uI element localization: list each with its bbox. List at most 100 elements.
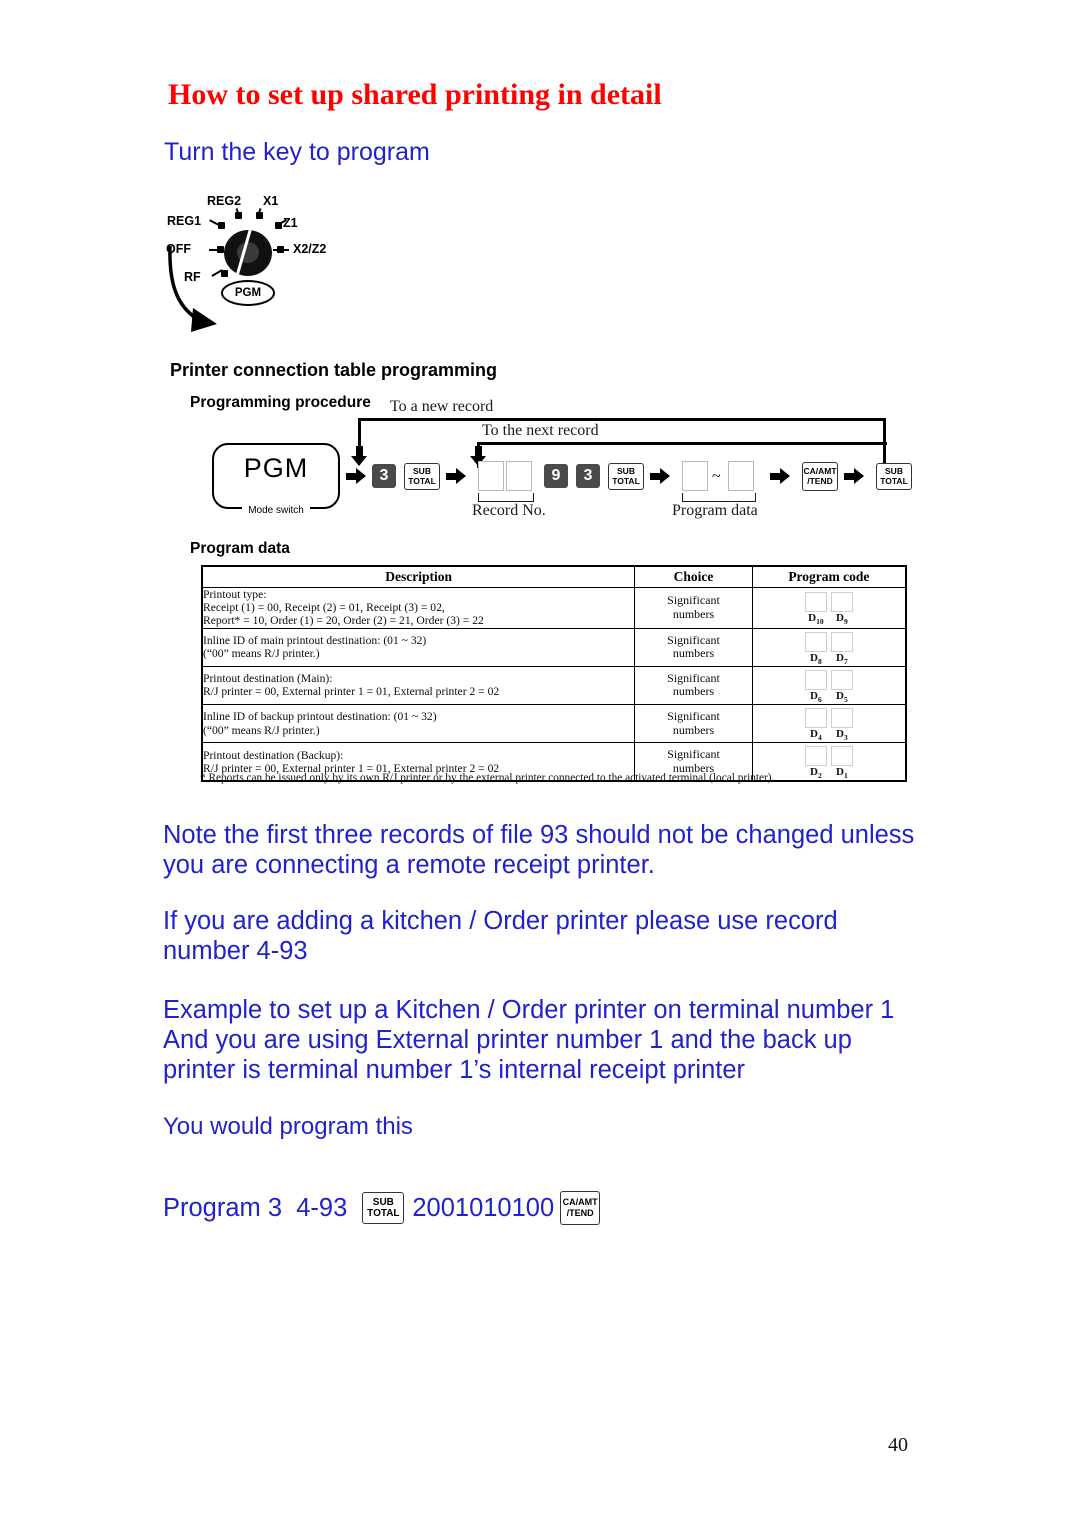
- keyswitch-label-x2z2: X2/Z2: [293, 242, 327, 256]
- choice-line: Significant: [667, 593, 720, 608]
- program-code-label: D4: [810, 727, 822, 743]
- key-ca-amt-tend: CA/AMT /TEND: [802, 462, 838, 491]
- program-code-labels: D2 D1: [753, 766, 905, 780]
- flow-label-to-the-next-record: To the next record: [482, 422, 599, 439]
- key-subtotal-line2: TOTAL: [408, 475, 436, 486]
- program-code-digit-box[interactable]: [804, 746, 827, 767]
- description-line: R/J printer = 00, External printer 1 = 0…: [203, 685, 500, 699]
- choice-line: Significant: [667, 747, 720, 762]
- key-subtotal-line2: TOTAL: [612, 475, 640, 486]
- description-line: Printout type:: [203, 588, 267, 601]
- table-cell-description: Inline ID of main printout destination: …: [201, 627, 636, 667]
- pgm-box-caption: Mode switch: [242, 505, 310, 516]
- key-catend-line2: /TEND: [566, 1208, 594, 1218]
- program-code-digit-box[interactable]: [830, 592, 853, 613]
- table-row: Inline ID of backup printout destination…: [201, 703, 907, 744]
- key-subtotal-first: SUB TOTAL: [404, 463, 440, 490]
- key-subtotal-second: SUB TOTAL: [608, 463, 644, 490]
- program-code-digit-box[interactable]: [830, 707, 853, 728]
- table-cell-program-code: D10 D9: [751, 587, 907, 629]
- key-subtotal-line2: TOTAL: [367, 1208, 400, 1219]
- key-3-first: 3: [372, 464, 396, 488]
- description-line: Receipt (1) = 00, Receipt (2) = 01, Rece…: [203, 601, 445, 615]
- program-code-digit-box[interactable]: [804, 592, 827, 613]
- table-header-program-code: Program code: [751, 565, 907, 588]
- table-row: Printout destination (Main): R/J printer …: [201, 665, 907, 705]
- key-subtotal-line1: SUB: [372, 1197, 394, 1208]
- table-cell-choice: Significant numbers: [634, 627, 753, 667]
- program-code-digit-box[interactable]: [804, 631, 827, 652]
- key-ca-amt-tend-example: CA/AMT /TEND: [560, 1191, 601, 1225]
- program-data-brace: [682, 493, 756, 502]
- keyswitch-label-pgm: PGM: [221, 280, 275, 306]
- program-code-boxes: [753, 743, 905, 767]
- program-code-label: D2: [810, 766, 822, 781]
- choice-line: numbers: [672, 606, 715, 621]
- keyswitch-label-reg2: REG2: [207, 194, 242, 208]
- section-heading-program-data: Program data: [190, 540, 290, 557]
- choice-line: Significant: [667, 709, 720, 724]
- table-cell-choice: Significant numbers: [634, 703, 753, 744]
- program-sequence-data: 2001010100: [412, 1193, 555, 1222]
- paragraph-you-would-program: You would program this: [163, 1113, 413, 1140]
- key-catend-line2: /TEND: [807, 475, 833, 486]
- choice-line: numbers: [672, 684, 715, 699]
- pgm-box-text: PGM: [243, 453, 309, 483]
- table-header-description: Description: [201, 565, 636, 588]
- example-program-sequence: Program 3 4-93 SUB TOTAL 2001010100 CA/A…: [163, 1185, 606, 1231]
- paragraph-kitchen-record: If you are adding a kitchen / Order prin…: [163, 907, 838, 965]
- section-heading-printer-connection: Printer connection table programming: [170, 360, 498, 380]
- key-subtotal-line2: TOTAL: [880, 475, 908, 486]
- table-cell-program-code: D4 D3: [751, 703, 907, 744]
- table-cell-description: Printout type: Receipt (1) = 00, Receipt …: [201, 587, 636, 629]
- key-subtotal-final: SUB TOTAL: [876, 463, 912, 490]
- program-code-boxes: [753, 705, 905, 728]
- program-code-label: D10: [808, 612, 824, 627]
- table-cell-description: Inline ID of backup printout destination…: [201, 703, 636, 744]
- keyswitch-label-z1: Z1: [283, 216, 298, 230]
- program-code-labels: D4 D3: [753, 728, 905, 742]
- program-code-label: D9: [836, 612, 848, 627]
- program-code-labels: D8 D7: [753, 652, 905, 666]
- program-code-label: D5: [836, 689, 848, 704]
- program-code-label: D8: [810, 651, 822, 666]
- description-line: (“00” means R/J printer.): [203, 723, 320, 737]
- paragraph-example: Example to set up a Kitchen / Order prin…: [163, 996, 895, 1084]
- program-code-digit-box[interactable]: [830, 669, 853, 690]
- record-no-digit-2: [506, 461, 532, 491]
- table-cell-description: Printout destination (Main): R/J printer …: [201, 665, 636, 705]
- choice-line: numbers: [672, 722, 715, 737]
- program-code-boxes: [753, 589, 905, 613]
- keyswitch-label-x1: X1: [263, 194, 279, 208]
- program-data-table: Description Choice Program code Printout…: [201, 565, 907, 783]
- program-code-digit-box[interactable]: [804, 707, 827, 728]
- key-3-second: 3: [576, 464, 600, 488]
- description-line: (“00” means R/J printer.): [203, 647, 320, 661]
- program-data-digit-first: [682, 461, 708, 491]
- description-line: Inline ID of backup printout destination…: [203, 710, 437, 724]
- program-code-digit-box[interactable]: [830, 631, 853, 652]
- description-line: Inline ID of main printout destination: …: [203, 634, 427, 647]
- program-code-boxes: [753, 667, 905, 690]
- subtitle-turn-key: Turn the key to program: [164, 138, 430, 166]
- flow-label-program-data: Program data: [672, 502, 758, 519]
- keyswitch-label-reg1: REG1: [167, 214, 202, 228]
- table-cell-program-code: D8 D7: [751, 627, 907, 667]
- mode-switch-pgm-box: PGM Mode switch: [212, 443, 340, 516]
- page-number: 40: [888, 1434, 908, 1456]
- program-data-tilde: ~: [712, 468, 721, 485]
- description-line: Printout destination (Main):: [203, 672, 333, 686]
- choice-line: Significant: [667, 670, 720, 685]
- choice-line: Significant: [667, 632, 720, 647]
- description-line: Printout destination (Backup):: [203, 748, 344, 762]
- key-9: 9: [544, 464, 568, 488]
- table-cell-program-code: D2 D1: [751, 742, 907, 782]
- program-code-digit-box[interactable]: [830, 746, 853, 767]
- choice-line: numbers: [672, 646, 715, 661]
- program-code-digit-box[interactable]: [804, 669, 827, 690]
- program-code-label: D3: [836, 727, 848, 743]
- table-row: Printout type: Receipt (1) = 00, Receipt …: [201, 587, 907, 629]
- table-cell-program-code: D6 D5: [751, 665, 907, 705]
- paragraph-note: Note the first three records of file 93 …: [163, 821, 915, 879]
- program-code-label: D1: [836, 766, 848, 781]
